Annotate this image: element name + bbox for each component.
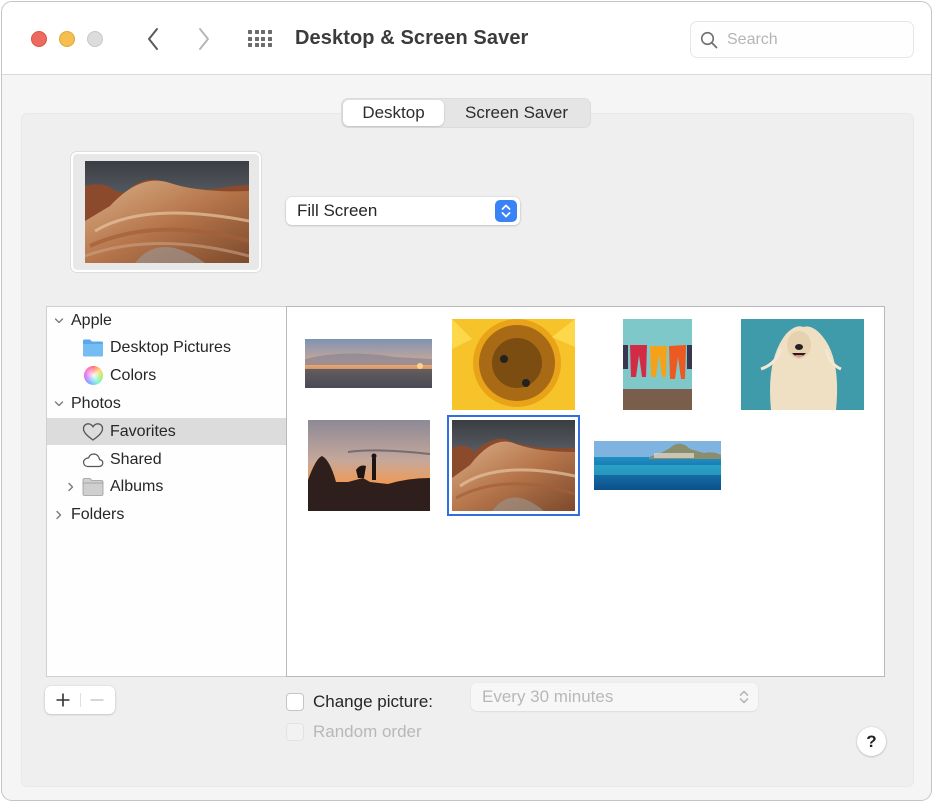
show-all-button[interactable] [248, 29, 274, 49]
sidebar-item-desktop-pictures[interactable]: Desktop Pictures [47, 334, 286, 361]
grid-dot [261, 43, 265, 47]
remove-folder-button[interactable] [85, 688, 109, 712]
magnifier-icon [700, 31, 718, 49]
grid-dot [267, 36, 272, 41]
current-picture-preview [71, 152, 261, 272]
change-interval-popup[interactable]: Every 30 minutes [471, 683, 758, 711]
sidebar-item-label: Folders [71, 505, 125, 523]
disclosure-expanded-icon[interactable] [53, 398, 65, 410]
sidebar-item-apple[interactable]: Apple [47, 307, 286, 334]
sidebar-item-label: Apple [71, 311, 112, 329]
sidebar-item-label: Favorites [110, 422, 176, 440]
grid-dot [254, 30, 259, 34]
thumbnail-sunflower-with-bees[interactable] [452, 319, 575, 410]
preview-image [85, 161, 249, 263]
disclosure-expanded-icon[interactable] [53, 315, 65, 327]
grid-dot [254, 43, 259, 47]
plus-icon [56, 693, 70, 707]
change-picture-label: Change picture: [313, 692, 434, 711]
minus-icon [90, 699, 104, 701]
source-list: Apple Desktop Pictures Colors Photos Fav… [46, 306, 286, 677]
grid-dot [261, 36, 265, 41]
heart-icon [82, 423, 104, 441]
help-button[interactable]: ? [857, 727, 886, 756]
thumbnail-colorful-pants-on-clothesline[interactable] [623, 319, 692, 410]
random-order-label: Random order [313, 722, 422, 741]
sidebar-item-label: Colors [110, 366, 157, 384]
random-order-checkbox[interactable] [286, 723, 304, 741]
fit-mode-popup[interactable]: Fill Screen [286, 197, 520, 225]
back-button[interactable] [142, 24, 164, 54]
window-title: Desktop & Screen Saver [295, 27, 529, 49]
grid-dot [261, 30, 265, 34]
forward-button[interactable] [193, 24, 215, 54]
change-interval-value: Every 30 minutes [482, 687, 614, 706]
minimize-button[interactable] [59, 31, 75, 47]
blue-folder-icon [83, 339, 103, 357]
add-folder-button[interactable] [51, 688, 75, 712]
tab-desktop[interactable]: Desktop [343, 100, 444, 126]
zoom-button[interactable] [87, 31, 103, 47]
thumbnail-beach-sunset-panorama[interactable] [305, 339, 432, 388]
picture-grid [286, 306, 885, 677]
tab-screen-saver[interactable]: Screen Saver [444, 100, 589, 126]
sidebar-item-photos[interactable]: Photos [47, 390, 286, 417]
thumbnail-striped-sandstone-rock[interactable] [447, 415, 580, 516]
grid-dot [267, 43, 272, 47]
toolbar: Desktop & Screen Saver [2, 2, 931, 75]
popup-arrows-icon [739, 690, 749, 704]
sidebar-item-favorites[interactable]: Favorites [47, 418, 286, 445]
chevron-right-icon [199, 28, 209, 50]
thumbnail-silhouettes-on-rocks-at-sunset[interactable] [308, 420, 430, 511]
fit-mode-value: Fill Screen [297, 201, 378, 220]
color-wheel-icon [84, 366, 103, 385]
change-picture-checkbox[interactable] [286, 693, 304, 711]
grid-dot [254, 36, 259, 41]
popup-arrows-icon [495, 200, 517, 222]
sidebar-item-albums[interactable]: Albums [47, 473, 286, 500]
add-remove-control [45, 686, 115, 714]
close-button[interactable] [31, 31, 47, 47]
thumbnail-windblown-afghan-hound[interactable] [741, 319, 864, 410]
sidebar-item-label: Photos [71, 394, 121, 412]
grid-dot [267, 30, 272, 34]
grid-dot [248, 43, 252, 47]
tab-bar: Desktop Screen Saver [341, 98, 591, 128]
search-field[interactable] [690, 21, 914, 58]
divider [80, 693, 81, 707]
grid-dot [248, 30, 252, 34]
search-input[interactable] [727, 30, 907, 50]
sidebar-item-folders[interactable]: Folders [47, 501, 286, 528]
sidebar-item-label: Shared [110, 450, 162, 468]
sidebar-item-label: Desktop Pictures [110, 338, 231, 356]
thumbnail-turquoise-bay-panorama[interactable] [594, 441, 721, 490]
disclosure-collapsed-icon[interactable] [65, 481, 77, 493]
chevron-left-icon [148, 28, 158, 50]
gray-folder-icon [82, 478, 104, 496]
sidebar-item-label: Albums [110, 477, 164, 495]
sidebar-item-shared[interactable]: Shared [47, 446, 286, 473]
cloud-icon [82, 453, 104, 468]
disclosure-collapsed-icon[interactable] [53, 509, 65, 521]
sidebar-item-colors[interactable]: Colors [47, 362, 286, 389]
grid-dot [248, 36, 252, 41]
